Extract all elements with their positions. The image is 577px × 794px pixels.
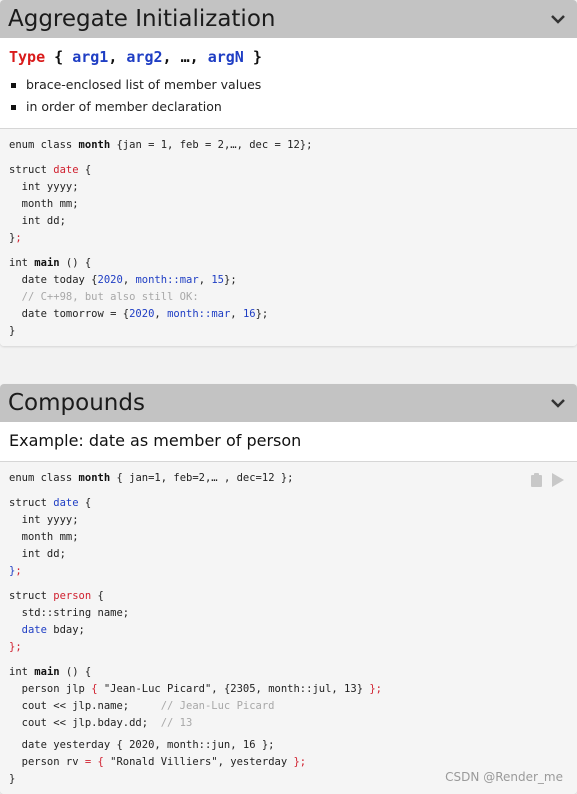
sig-type: Type [9, 48, 46, 66]
sig-argN: argN [207, 48, 244, 66]
sig-arg2: arg2 [126, 48, 163, 66]
code-line: struct date { [9, 497, 92, 509]
code-line: enum class month { jan=1, feb=2,… , dec=… [9, 472, 294, 484]
chevron-down-icon[interactable] [549, 394, 567, 412]
sig-open: { [54, 48, 64, 66]
code-line: date bday; [21, 624, 85, 636]
panel-title: Aggregate Initialization [8, 6, 276, 32]
code-line: } [9, 325, 16, 337]
panel-header[interactable]: Aggregate Initialization [0, 0, 577, 38]
sig-dots: …, [180, 48, 199, 66]
code-line: month mm; [9, 531, 79, 543]
code-toolbar [530, 472, 565, 491]
play-icon[interactable] [551, 472, 565, 491]
code-line: date yesterday { 2020, month::jun, 16 }; [9, 739, 275, 751]
code-line: struct date { [9, 164, 92, 176]
code-line: int dd; [9, 548, 66, 560]
code-line: int yyyy; [9, 514, 79, 526]
aggregate-initialization-panel: Aggregate Initialization Type { arg1, ar… [0, 0, 577, 346]
code-block: enum class month {jan = 1, feb = 2,…, de… [0, 129, 577, 346]
compounds-panel: Compounds Example: date as member of per… [0, 384, 577, 794]
code-line: date tomorrow = {2020, month::mar, 16}; [9, 308, 269, 320]
sig-comma: , [108, 48, 118, 66]
sig-close: } [252, 48, 262, 66]
code-line: cout << jlp.name; // Jean-Luc Picard [9, 700, 275, 712]
clipboard-icon[interactable] [530, 472, 543, 491]
code-line: enum class month {jan = 1, feb = 2,…, de… [9, 139, 313, 151]
code-line: person jlp { "Jean-Luc Picard", {2305, m… [9, 683, 382, 695]
code-comment: // C++98, but also still OK: [9, 291, 199, 303]
code-line: }; [9, 232, 22, 244]
code-block: enum class month { jan=1, feb=2,… , dec=… [0, 462, 577, 794]
code-line: person rv = { "Ronald Villiers", yesterd… [9, 756, 307, 768]
watermark: CSDN @Render_me [445, 770, 563, 784]
sig-arg1: arg1 [72, 48, 109, 66]
bullet-list: brace-enclosed list of member values in … [9, 74, 568, 118]
bullet-item: brace-enclosed list of member values [9, 74, 568, 96]
code-line: int dd; [9, 215, 66, 227]
code-line: std::string name; [9, 607, 130, 619]
panel-header[interactable]: Compounds [0, 384, 577, 422]
intro-box: Type { arg1, arg2, …, argN } brace-enclo… [0, 38, 577, 129]
panel-title: Compounds [8, 390, 145, 416]
code-line: month mm; [9, 198, 79, 210]
code-line: }; [9, 565, 22, 577]
bullet-item: in order of member declaration [9, 96, 568, 118]
code-line: struct person { [9, 590, 104, 602]
code-line: int yyyy; [9, 181, 79, 193]
example-caption: Example: date as member of person [0, 422, 577, 462]
code-line: cout << jlp.bday.dd; // 13 [9, 717, 193, 729]
chevron-down-icon[interactable] [549, 10, 567, 28]
syntax-signature: Type { arg1, arg2, …, argN } [9, 48, 568, 66]
code-line: }; [9, 641, 22, 653]
sig-comma: , [162, 48, 172, 66]
code-line: int main () { [9, 257, 92, 269]
code-line: date today {2020, month::mar, 15}; [9, 274, 237, 286]
code-line: int main () { [9, 666, 92, 678]
